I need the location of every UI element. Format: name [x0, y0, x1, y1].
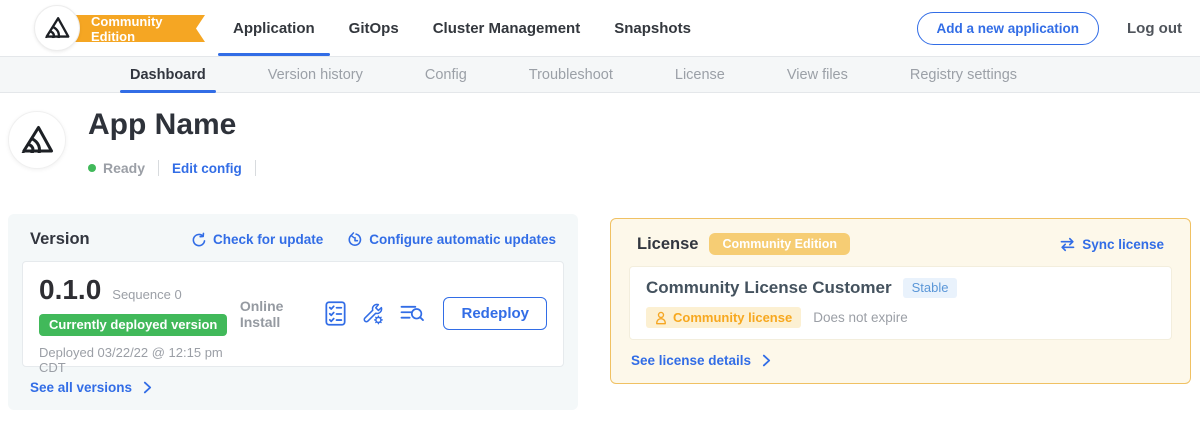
install-type-label: Online Install	[240, 298, 308, 330]
chevron-right-icon	[762, 354, 771, 367]
config-wrench-icon[interactable]	[361, 302, 384, 326]
nav-item-application[interactable]: Application	[216, 0, 332, 56]
community-edition-badge: Community Edition	[709, 233, 850, 255]
license-summary-panel: Community License Customer Stable Commun…	[629, 266, 1172, 340]
tab-label: Dashboard	[130, 67, 206, 83]
tab-troubleshoot[interactable]: Troubleshoot	[498, 57, 644, 92]
license-type-label: Community license	[673, 310, 792, 325]
version-info-column: 0.1.0 Sequence 0 Currently deployed vers…	[39, 274, 240, 353]
license-card: License Community Edition Sync license C…	[610, 218, 1191, 384]
brand-badge: Community Edition	[34, 5, 204, 51]
tab-view-files[interactable]: View files	[756, 57, 879, 92]
nav-item-cluster-management[interactable]: Cluster Management	[416, 0, 598, 56]
nav-item-label: GitOps	[349, 20, 399, 37]
tab-label: Config	[425, 67, 467, 83]
tab-label: License	[675, 67, 725, 83]
currently-deployed-badge: Currently deployed version	[39, 314, 227, 336]
version-card: Version Check for update	[8, 214, 578, 410]
deploy-logs-icon[interactable]	[399, 303, 425, 324]
status-badge: Ready	[103, 160, 145, 176]
page-title: App Name	[88, 108, 236, 142]
app-status-row: Ready Edit config	[88, 160, 269, 176]
replicated-mark-icon	[43, 14, 71, 42]
top-nav: Community Edition Application GitOps Clu…	[0, 0, 1200, 56]
expiration-text: Does not expire	[813, 310, 908, 325]
customer-name: Community License Customer	[646, 278, 892, 298]
edition-ribbon-label: Community Edition	[91, 14, 205, 44]
link-label: Configure automatic updates	[369, 232, 556, 247]
nav-item-gitops[interactable]: GitOps	[332, 0, 416, 56]
version-actions: Online Install	[240, 297, 547, 330]
refresh-icon	[191, 232, 207, 248]
clock-refresh-icon	[347, 232, 363, 248]
brand-logo	[34, 5, 80, 51]
tab-label: View files	[787, 67, 848, 83]
redeploy-button[interactable]: Redeploy	[443, 297, 547, 330]
tab-label: Version history	[268, 67, 363, 83]
logout-button[interactable]: Log out	[1117, 20, 1192, 37]
ready-status-dot	[88, 164, 96, 172]
sync-license-link[interactable]: Sync license	[1059, 237, 1164, 252]
nav-item-label: Snapshots	[614, 20, 691, 37]
add-application-button[interactable]: Add a new application	[917, 12, 1100, 45]
chevron-right-icon	[143, 381, 152, 394]
nav-item-snapshots[interactable]: Snapshots	[597, 0, 708, 56]
link-label: Check for update	[213, 232, 323, 247]
license-type-badge: Community license	[646, 307, 801, 328]
divider	[255, 160, 256, 176]
version-number: 0.1.0	[39, 274, 101, 306]
link-label: See all versions	[30, 380, 132, 395]
replicated-mark-icon	[19, 122, 55, 158]
divider	[158, 160, 159, 176]
current-version-panel: 0.1.0 Sequence 0 Currently deployed vers…	[22, 261, 564, 367]
check-for-update-link[interactable]: Check for update	[191, 232, 323, 248]
license-card-header: License Community Edition Sync license	[629, 233, 1172, 255]
nav-item-label: Cluster Management	[433, 20, 581, 37]
app-sub-nav: Dashboard Version history Config Trouble…	[0, 56, 1200, 93]
person-icon	[655, 311, 667, 325]
license-card-title: License	[637, 235, 698, 254]
edit-config-link[interactable]: Edit config	[172, 161, 242, 176]
see-all-versions-link[interactable]: See all versions	[30, 380, 564, 395]
tab-registry-settings[interactable]: Registry settings	[879, 57, 1048, 92]
configure-automatic-updates-link[interactable]: Configure automatic updates	[347, 232, 556, 248]
app-header: App Name Ready Edit config	[0, 94, 1200, 210]
channel-badge: Stable	[903, 278, 958, 298]
tab-label: Registry settings	[910, 67, 1017, 83]
tab-version-history[interactable]: Version history	[237, 57, 394, 92]
sync-arrows-icon	[1059, 237, 1076, 252]
preflight-checklist-icon[interactable]	[325, 301, 346, 326]
tab-license[interactable]: License	[644, 57, 756, 92]
sequence-label: Sequence 0	[112, 287, 181, 302]
tab-config[interactable]: Config	[394, 57, 498, 92]
nav-item-label: Application	[233, 20, 315, 37]
avatar	[8, 111, 66, 169]
tab-label: Troubleshoot	[529, 67, 613, 83]
see-license-details-link[interactable]: See license details	[631, 353, 1172, 368]
tab-dashboard[interactable]: Dashboard	[99, 57, 237, 92]
link-label: See license details	[631, 353, 751, 368]
primary-nav: Application GitOps Cluster Management Sn…	[216, 0, 708, 56]
top-nav-right: Add a new application Log out	[917, 0, 1193, 56]
version-card-header: Version Check for update	[22, 230, 564, 249]
deployed-timestamp: Deployed 03/22/22 @ 12:15 pm CDT	[39, 345, 240, 375]
version-card-links: Check for update Configure automatic upd…	[191, 232, 556, 248]
version-card-title: Version	[30, 230, 90, 249]
link-label: Sync license	[1082, 237, 1164, 252]
